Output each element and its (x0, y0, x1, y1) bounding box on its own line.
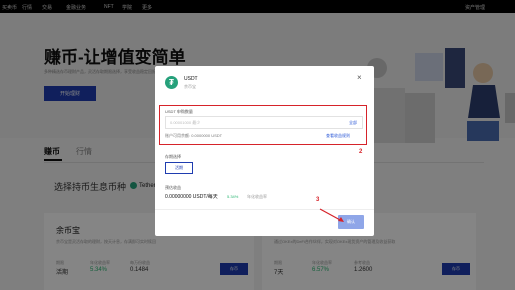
close-icon[interactable]: × (357, 73, 362, 82)
available-balance: 账户可用余额: 0.0000000 USDT (165, 133, 223, 138)
annotation-number-3: 3 (316, 197, 320, 203)
modal-coin-subtitle: 余币宝 (184, 84, 196, 89)
annotation-arrow-icon (319, 208, 344, 222)
estimate-note: 年化收益率 (247, 194, 267, 199)
amount-placeholder: 0.00001000 最少 (170, 120, 201, 125)
term-label: 存期选择 (165, 154, 181, 159)
estimate-value: 0.00000000 USDT/每天 (165, 194, 218, 200)
annotation-number-2: 2 (359, 149, 363, 155)
term-flexible-button[interactable]: 活期 (165, 162, 193, 174)
estimate-label: 预估收益 (165, 185, 181, 190)
earnings-rule-link[interactable]: 查看收益规则 (326, 133, 350, 139)
amount-label: USDT 申购数量 (165, 109, 193, 114)
amount-input[interactable]: 0.00001000 最少 全部 (165, 116, 363, 129)
estimate-rate: 5.34% (227, 194, 239, 199)
all-button[interactable]: 全部 (349, 120, 357, 126)
modal-coin-title: USDT (184, 76, 198, 82)
usdt-icon: ₮ (165, 76, 178, 89)
